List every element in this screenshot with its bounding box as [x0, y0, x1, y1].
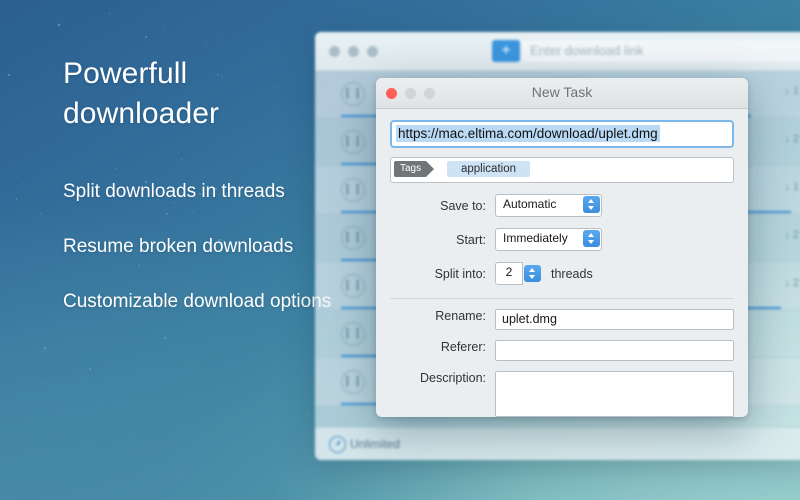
- split-into-stepper[interactable]: [523, 263, 541, 284]
- pause-icon[interactable]: ❙❙: [341, 322, 365, 346]
- speed-gauge-icon: [329, 436, 346, 453]
- app-status-bar: Unlimited: [315, 427, 800, 460]
- url-input[interactable]: https://mac.eltima.com/download/uplet.dm…: [390, 120, 734, 148]
- save-to-row: Save to: Automatic: [390, 194, 734, 217]
- app-close-button[interactable]: [329, 46, 340, 57]
- save-to-select[interactable]: Automatic: [495, 194, 602, 217]
- pause-icon[interactable]: ❙❙: [341, 82, 365, 106]
- download-speed-label: ↓ 1: [784, 85, 799, 97]
- feature-item: Resume broken downloads: [63, 236, 294, 258]
- dialog-title: New Task: [531, 84, 593, 100]
- save-to-value: Automatic: [503, 197, 557, 211]
- description-row: Description:: [390, 371, 734, 417]
- pause-icon[interactable]: ❙❙: [341, 226, 365, 250]
- chevron-updown-icon[interactable]: [583, 230, 600, 247]
- start-select[interactable]: Immediately: [495, 228, 602, 251]
- download-speed-label: ↓ 2: [784, 229, 799, 241]
- marketing-copy: Powerfull downloader Split downloads in …: [63, 54, 333, 344]
- description-input[interactable]: [495, 371, 734, 417]
- pause-icon[interactable]: ❙❙: [341, 178, 365, 202]
- start-label: Start:: [456, 232, 486, 247]
- start-row: Start: Immediately: [390, 228, 734, 251]
- app-titlebar: + Enter download link: [315, 32, 800, 71]
- download-speed-label: ↓ 1: [784, 181, 799, 193]
- split-into-label: Split into:: [434, 266, 486, 281]
- speed-limit-label: Unlimited: [350, 437, 401, 451]
- app-maximize-button[interactable]: [367, 46, 378, 57]
- add-download-button[interactable]: +: [492, 40, 520, 62]
- dialog-body: https://mac.eltima.com/download/uplet.dm…: [376, 108, 748, 417]
- pause-icon[interactable]: ❙❙: [341, 274, 365, 298]
- app-minimize-button[interactable]: [348, 46, 359, 57]
- split-into-input[interactable]: 2: [495, 262, 523, 285]
- referer-label: Referer:: [440, 340, 486, 354]
- rename-row: Rename: uplet.dmg: [390, 309, 734, 330]
- split-into-row: Split into: 2 threads: [390, 262, 734, 285]
- page-title: Powerfull downloader: [63, 57, 220, 130]
- chevron-updown-icon[interactable]: [524, 265, 541, 282]
- rename-label: Rename:: [435, 309, 486, 323]
- url-input-value: https://mac.eltima.com/download/uplet.dm…: [396, 125, 660, 142]
- referer-row: Referer:: [390, 340, 734, 361]
- description-label: Description:: [420, 371, 486, 385]
- threads-label: threads: [551, 266, 593, 281]
- download-link-placeholder: Enter download link: [530, 43, 644, 58]
- start-value: Immediately: [503, 231, 568, 245]
- tag-chip[interactable]: application: [447, 161, 530, 177]
- feature-item: Split downloads in threads: [63, 181, 285, 203]
- tags-field[interactable]: Tags application: [390, 157, 734, 183]
- dialog-titlebar: New Task: [376, 78, 748, 109]
- download-speed-label: ↓ 2: [784, 133, 799, 145]
- dialog-divider: [390, 298, 734, 299]
- download-speed-label: ↓ 2: [784, 277, 799, 289]
- referer-input[interactable]: [495, 340, 734, 361]
- pause-icon[interactable]: ❙❙: [341, 130, 365, 154]
- feature-item: Customizable download options: [63, 291, 332, 313]
- save-to-label: Save to:: [440, 198, 486, 213]
- pause-icon[interactable]: ❙❙: [341, 370, 365, 394]
- tags-label: Tags: [394, 161, 435, 177]
- feature-list: Split downloads in threads Resume broken…: [63, 179, 333, 316]
- rename-input[interactable]: uplet.dmg: [495, 309, 734, 330]
- download-link-input[interactable]: Enter download link: [522, 40, 800, 62]
- new-task-dialog: New Task https://mac.eltima.com/download…: [376, 78, 748, 417]
- chevron-updown-icon[interactable]: [583, 196, 600, 213]
